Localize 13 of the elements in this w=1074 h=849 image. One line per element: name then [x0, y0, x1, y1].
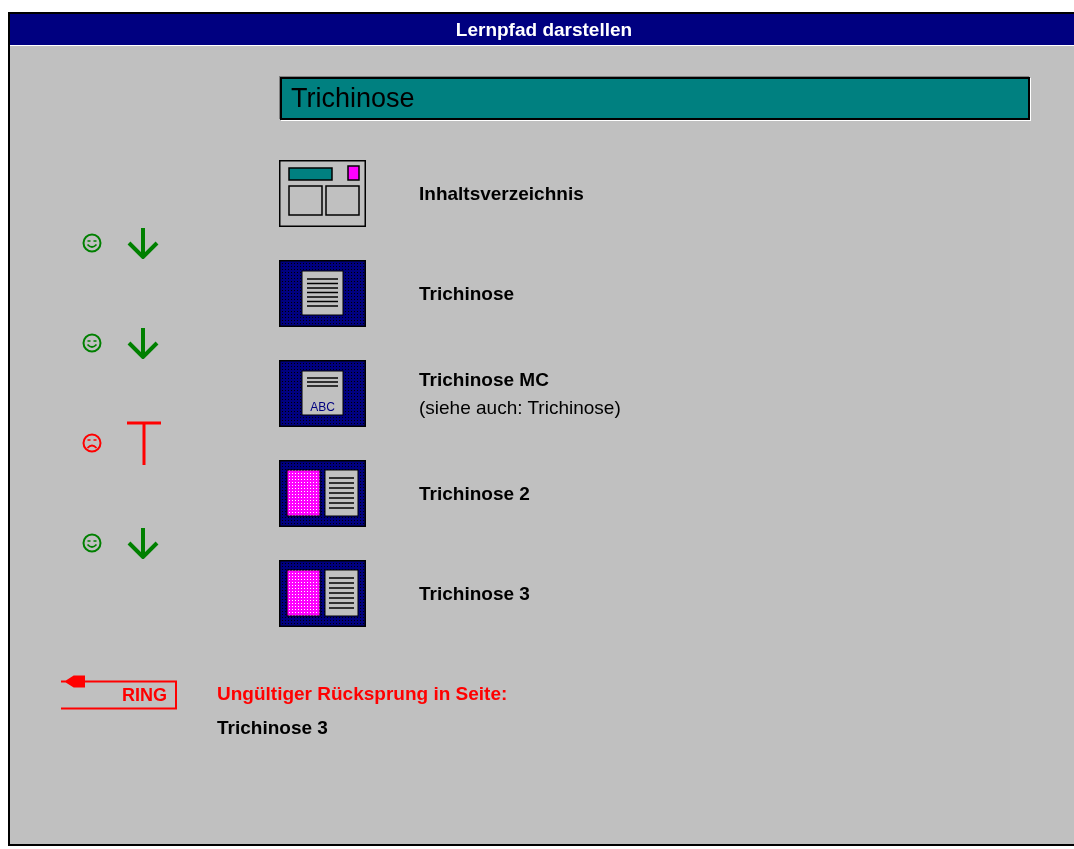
- icon-label: ABC: [310, 400, 335, 414]
- page-note: (siehe auch: Trichinose): [419, 396, 621, 419]
- ring-badge: RING: [60, 673, 177, 710]
- page-title[interactable]: Trichinose MC: [419, 368, 621, 391]
- error-message: Ungültiger Rücksprung in Seite:: [217, 683, 508, 705]
- course-title-field: Trichinose: [280, 77, 1030, 120]
- page-title[interactable]: Trichinose 2: [419, 482, 530, 505]
- page-title[interactable]: Trichinose: [419, 282, 515, 305]
- window-title: Lernpfad darstellen: [454, 18, 633, 41]
- quiz-page-icon[interactable]: ABC: [279, 360, 366, 427]
- error-page-name: Trichinose 3: [217, 717, 329, 739]
- page-title[interactable]: Inhaltsverzeichnis: [419, 182, 584, 205]
- page-title[interactable]: Trichinose 3: [419, 582, 530, 605]
